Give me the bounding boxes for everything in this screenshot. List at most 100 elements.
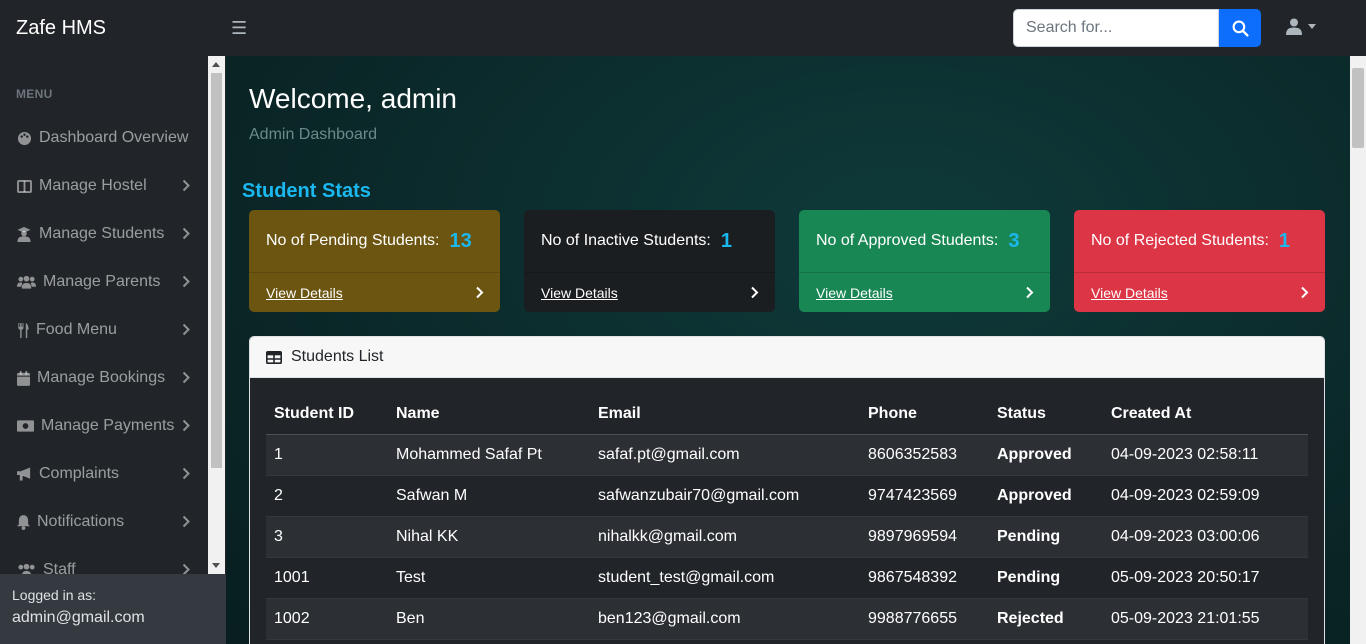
search-input[interactable]	[1013, 9, 1219, 47]
sidebar-item-staff[interactable]: Staff	[0, 550, 208, 574]
sidebar-item-manage-hostel[interactable]: Manage Hostel	[0, 166, 208, 206]
bullhorn-icon	[16, 466, 32, 482]
sidebar-item-label: Manage Parents	[43, 273, 161, 290]
sidebar-item-notifications[interactable]: Notifications	[0, 502, 208, 542]
sidebar-item-manage-bookings[interactable]: Manage Bookings	[0, 358, 208, 398]
column-header[interactable]: Email	[590, 394, 860, 435]
stat-card-body: No of Approved Students: 3	[799, 210, 1050, 273]
search-button[interactable]	[1219, 9, 1261, 47]
chevron-right-icon	[182, 275, 190, 288]
student-name-cell: Nihal KK	[388, 516, 590, 558]
user-icon	[1286, 18, 1302, 35]
view-details-link[interactable]: View Details	[1091, 285, 1168, 301]
student-name-cell: Ben	[388, 598, 590, 640]
user-menu-dropdown[interactable]	[1286, 18, 1316, 35]
sidebar-item-label: Manage Students	[39, 225, 165, 242]
status-badge: Pending	[989, 516, 1103, 558]
stat-label: No of Inactive Students:	[541, 232, 711, 249]
chevron-right-icon	[182, 467, 190, 480]
student-phone-cell: 9867548392	[860, 557, 989, 599]
column-header[interactable]: Student ID	[266, 394, 388, 435]
table-row[interactable]: 1001 Test student_test@gmail.com 9867548…	[266, 557, 1308, 599]
sidebar-item-manage-parents[interactable]: Manage Parents	[0, 262, 208, 302]
column-header[interactable]: Phone	[860, 394, 989, 435]
table-row[interactable]: 3 Nihal KK nihalkk@gmail.com 9897969594 …	[266, 516, 1308, 558]
status-badge: Approved	[989, 475, 1103, 517]
chevron-down-icon	[1308, 24, 1316, 29]
created-at-cell: 04-09-2023 02:59:09	[1103, 475, 1308, 517]
sidebar-footer: Logged in as: admin@gmail.com	[0, 574, 226, 644]
sidebar-scrollbar[interactable]	[208, 56, 225, 574]
column-header[interactable]: Status	[989, 394, 1103, 435]
scroll-down-arrow-icon[interactable]	[212, 563, 220, 568]
stat-card-rejected: No of Rejected Students: 1 View Details	[1074, 210, 1325, 312]
view-details-link[interactable]: View Details	[816, 285, 893, 301]
table-row[interactable]: 1002 Ben ben123@gmail.com 9988776655 Rej…	[266, 598, 1308, 640]
user-graduate-icon	[16, 226, 32, 242]
created-at-cell: 04-09-2023 03:00:06	[1103, 516, 1308, 558]
student-id-cell: 1002	[266, 598, 388, 640]
student-name-cell: Safwan M	[388, 475, 590, 517]
chevron-right-icon	[182, 515, 190, 528]
stat-card-footer: View Details	[249, 273, 500, 312]
stat-card-body: No of Inactive Students: 1	[524, 210, 775, 273]
chevron-right-icon[interactable]	[1300, 286, 1309, 299]
student-phone-cell: 9747423569	[860, 475, 989, 517]
chevron-right-icon[interactable]	[750, 286, 759, 299]
stat-card-approved: No of Approved Students: 3 View Details	[799, 210, 1050, 312]
sidebar-item-manage-payments[interactable]: Manage Payments	[0, 406, 208, 446]
users-icon	[16, 562, 36, 574]
student-id-cell: 2	[266, 475, 388, 517]
table-row[interactable]: 2 Safwan M safwanzubair70@gmail.com 9747…	[266, 475, 1308, 517]
stat-card-body: No of Pending Students: 13	[249, 210, 500, 273]
table-row[interactable]: 1 Mohammed Safaf Pt safaf.pt@gmail.com 8…	[266, 434, 1308, 476]
column-header[interactable]: Name	[388, 394, 590, 435]
status-badge: Approved	[989, 434, 1103, 476]
sidebar-item-complaints[interactable]: Complaints	[0, 454, 208, 494]
view-details-link[interactable]: View Details	[541, 285, 618, 301]
view-details-link[interactable]: View Details	[266, 285, 343, 301]
stat-card-inactive: No of Inactive Students: 1 View Details	[524, 210, 775, 312]
stat-label: No of Pending Students:	[266, 232, 440, 249]
chevron-right-icon[interactable]	[1025, 286, 1034, 299]
columns-icon	[16, 178, 32, 194]
sidebar-item-food-menu[interactable]: Food Menu	[0, 310, 208, 350]
menu-heading: MENU	[16, 87, 53, 101]
bell-icon	[16, 514, 30, 530]
created-at-cell: 05-09-2023 20:50:17	[1103, 557, 1308, 599]
student-name-cell: Test	[388, 557, 590, 599]
student-id-cell: 1	[266, 434, 388, 476]
sidebar-toggle-icon[interactable]: ☰	[231, 18, 247, 39]
page-title: Welcome, admin	[249, 83, 458, 114]
student-email-cell: safaf.pt@gmail.com	[590, 434, 860, 476]
stat-count: 13	[449, 229, 472, 252]
column-header[interactable]: Created At	[1103, 394, 1308, 435]
student-id-cell: 3	[266, 516, 388, 558]
calendar-icon	[16, 370, 30, 386]
sidebar: MENU Dashboard Overview Manage Hostel Ma…	[0, 56, 226, 644]
app-title[interactable]: Zafe HMS	[16, 17, 226, 40]
stat-label: No of Rejected Students:	[1091, 232, 1269, 249]
stat-card-footer: View Details	[524, 273, 775, 312]
sidebar-item-label: Manage Payments	[41, 417, 175, 434]
sidebar-item-dashboard-overview[interactable]: Dashboard Overview	[0, 118, 208, 158]
students-table: Student ID Name Email Phone Status Creat…	[266, 394, 1308, 640]
chevron-right-icon[interactable]	[475, 286, 484, 299]
stat-count: 3	[1008, 229, 1020, 252]
sidebar-menu: MENU Dashboard Overview Manage Hostel Ma…	[0, 56, 208, 574]
page-scroll-thumb[interactable]	[1352, 68, 1364, 148]
sidebar-item-manage-students[interactable]: Manage Students	[0, 214, 208, 254]
money-icon	[16, 418, 34, 434]
sidebar-scroll-thumb[interactable]	[211, 73, 222, 468]
users-icon	[16, 274, 36, 290]
palette-icon	[16, 130, 32, 146]
section-title: Student Stats	[242, 180, 371, 202]
page-scrollbar[interactable]	[1350, 56, 1366, 644]
chevron-right-icon	[182, 179, 190, 192]
created-at-cell: 04-09-2023 02:58:11	[1103, 434, 1308, 476]
scroll-up-arrow-icon[interactable]	[212, 62, 220, 67]
table-card-header: Students List	[250, 337, 1324, 378]
student-email-cell: safwanzubair70@gmail.com	[590, 475, 860, 517]
table-card-title: Students List	[291, 348, 384, 365]
chevron-right-icon	[182, 227, 190, 240]
